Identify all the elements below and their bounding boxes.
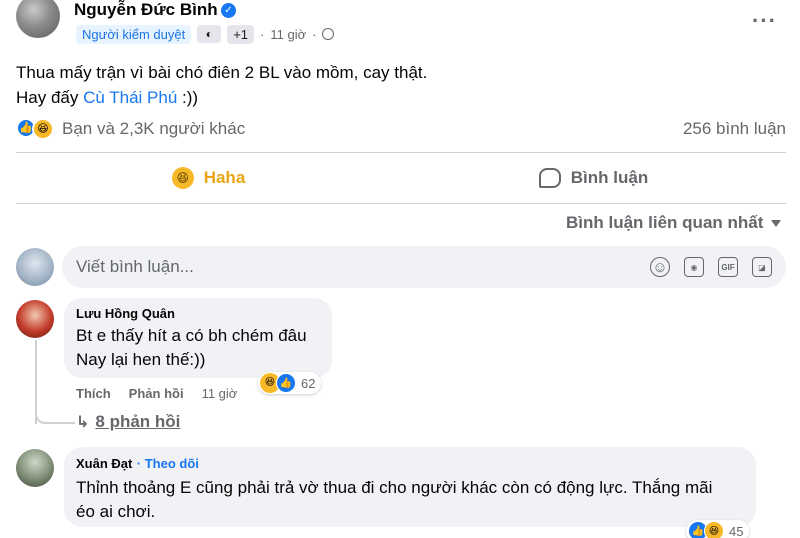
haha-button[interactable]: 😆 Haha (16, 153, 401, 203)
globe-icon (322, 28, 335, 40)
like-reaction-icon: 👍 (276, 373, 296, 393)
view-replies-link[interactable]: ↳ 8 phản hồi (76, 412, 180, 432)
comment-composer[interactable]: ☺ ◉ GIF ◪ (62, 246, 786, 288)
mention-link[interactable]: Cù Thái Phú (83, 88, 177, 107)
post-text-suffix: :)) (177, 88, 199, 107)
post-time[interactable]: 11 giờ (270, 27, 306, 42)
reaction-icons[interactable]: 👍 😆 (16, 118, 54, 140)
comment-actions: Thích Phản hồi 11 giờ (76, 386, 237, 401)
reaction-count: 45 (729, 523, 744, 538)
replies-label: 8 phản hồi (95, 412, 181, 431)
comment-button[interactable]: Bình luận (401, 153, 786, 203)
dot-separator: · (312, 26, 317, 42)
comment-count[interactable]: 256 bình luận (683, 119, 786, 139)
haha-label: Haha (203, 168, 246, 187)
comment-time[interactable]: 11 giờ (202, 386, 238, 401)
author-name[interactable]: Nguyễn Đức Bình (74, 0, 218, 20)
comment-reactions[interactable]: 😆 👍 62 (258, 372, 322, 394)
reply-link[interactable]: Phản hồi (129, 386, 184, 401)
comment-label: Bình luận (570, 168, 649, 187)
post-text-line2: Hay đấy Cù Thái Phú :)) (16, 85, 776, 110)
post-meta: Người kiểm duyệt ◐ +1 · 11 giờ · (76, 24, 335, 44)
post-action-bar: 😆 Haha Bình luận (16, 153, 786, 203)
reply-arrow-icon: ↳ (76, 414, 90, 431)
dot-separator: · (260, 26, 265, 42)
comment-text: Thỉnh thoảng E cũng phải trả vờ thua đi … (76, 476, 744, 524)
gif-icon[interactable]: GIF (718, 257, 738, 277)
reaction-count: 62 (301, 375, 316, 391)
sticker-icon[interactable]: ◪ (752, 257, 772, 277)
badge-more-count[interactable]: +1 (227, 24, 255, 44)
moderator-badge[interactable]: Người kiểm duyệt (76, 24, 192, 44)
comment-bubble: Xuân Đạt · Theo dõi Thỉnh thoảng E cũng … (64, 447, 756, 527)
comment-input[interactable] (76, 257, 636, 277)
badge-mask-icon[interactable]: ◐ (197, 25, 222, 43)
post-text-line1: Thua mấy trận vì bài chó điên 2 BL vào m… (16, 63, 428, 82)
commenter-avatar[interactable] (16, 449, 54, 487)
comment-header: Xuân Đạt · Theo dõi (76, 455, 744, 473)
thread-hook (35, 404, 75, 424)
comment-bubble: Lưu Hồng Quân Bt e thấy hít a có bh chém… (64, 298, 332, 378)
haha-reaction-icon: 😆 (32, 118, 54, 140)
camera-icon[interactable]: ◉ (684, 257, 704, 277)
current-user-avatar[interactable] (16, 248, 54, 286)
comment-text: Bt e thấy hít a có bh chém đâu Nay lại h… (76, 324, 320, 372)
comment-bubble-icon (538, 168, 561, 188)
haha-reaction-icon: 😆 (704, 521, 724, 538)
like-link[interactable]: Thích (76, 386, 111, 401)
caret-down-icon (771, 219, 782, 227)
post-text-prefix: Hay đấy (16, 88, 84, 107)
reactions-summary: 👍 😆 Bạn và 2,3K người khác 256 bình luận (16, 116, 786, 142)
post-body: Thua mấy trận vì bài chó điên 2 BL vào m… (16, 60, 776, 110)
divider (16, 203, 786, 204)
commenter-name[interactable]: Lưu Hồng Quân (76, 306, 320, 321)
commenter-name[interactable]: Xuân Đạt (76, 456, 132, 471)
comment-line: Thỉnh thoảng E cũng phải trả vờ thua đi … (76, 478, 713, 497)
comment-reactions[interactable]: 👍 😆 45 (686, 520, 750, 538)
reactions-text[interactable]: Bạn và 2,3K người khác (62, 119, 245, 139)
comment-line: Nay lại hen thế:)) (76, 350, 206, 369)
more-options-icon[interactable]: ··· (752, 8, 777, 34)
sort-label: Bình luận liên quan nhất (566, 213, 764, 232)
comment-line: Bt e thấy hít a có bh chém đâu (76, 326, 307, 345)
comment-line: éo ai chơi. (76, 502, 156, 521)
follow-link[interactable]: · Theo dõi (137, 456, 199, 471)
comment-sort-dropdown[interactable]: Bình luận liên quan nhất (566, 213, 782, 233)
commenter-avatar[interactable] (16, 300, 54, 338)
author-avatar[interactable] (16, 0, 60, 38)
emoji-icon[interactable]: ☺ (650, 257, 670, 277)
haha-reaction-icon: 😆 (171, 167, 194, 189)
verified-check-icon: ✓ (221, 3, 236, 18)
